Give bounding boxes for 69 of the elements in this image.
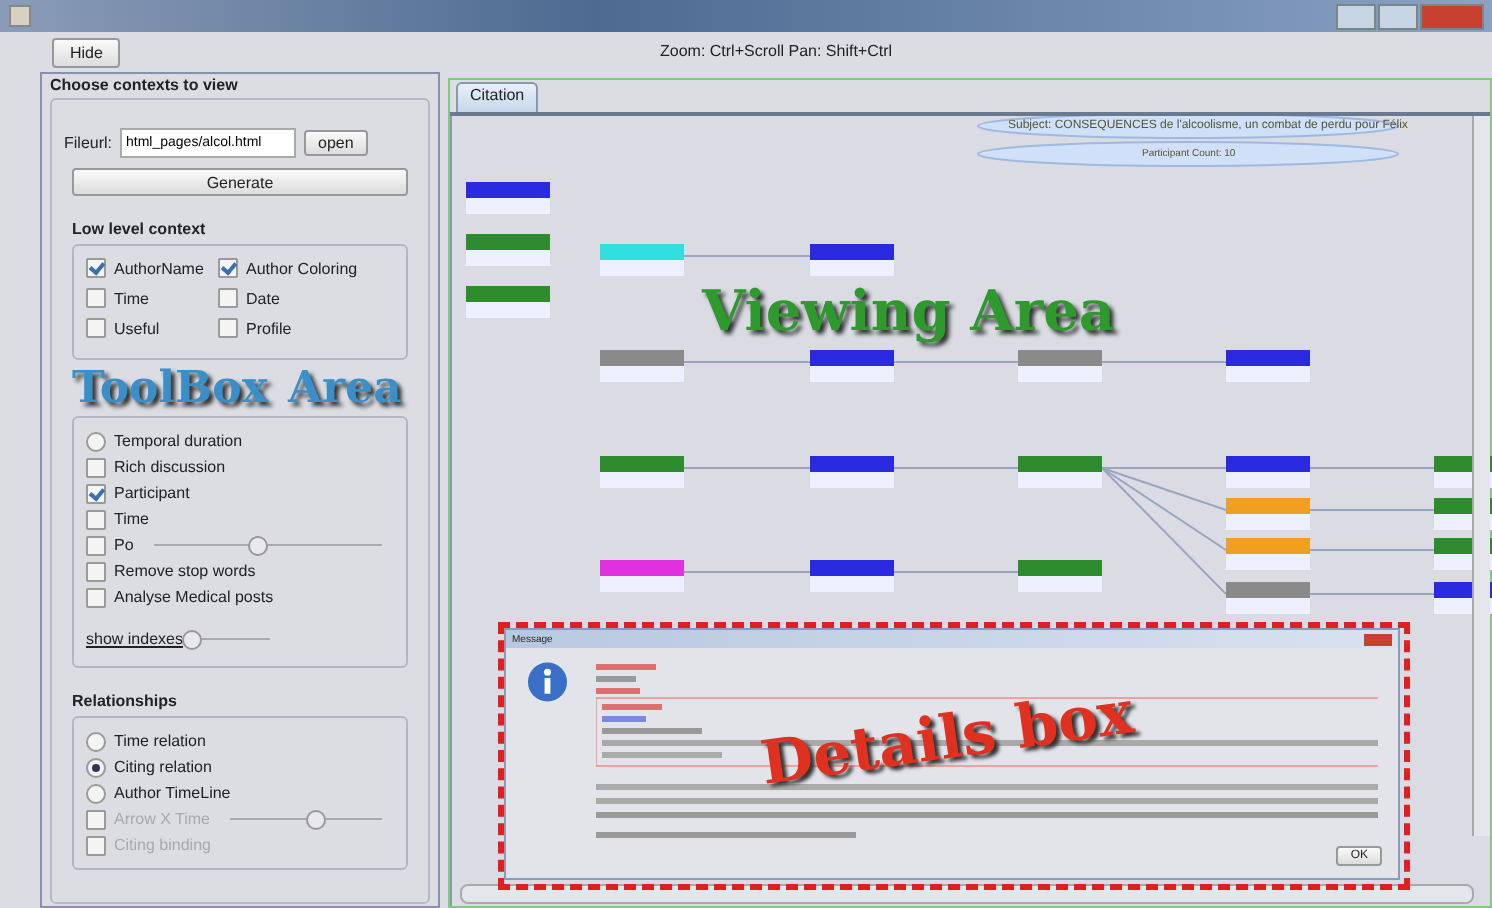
zoom-pan-hint: Zoom: Ctrl+Scroll Pan: Shift+Ctrl xyxy=(660,42,893,60)
graph-node[interactable] xyxy=(1018,350,1102,382)
graph-node[interactable] xyxy=(600,244,684,276)
annotation-label: ToolBox xyxy=(72,366,268,410)
checkbox-option[interactable]: Time xyxy=(86,509,149,529)
info-icon xyxy=(526,660,569,704)
hide-button[interactable]: Hide xyxy=(52,37,121,67)
radio-option[interactable]: Citing relation xyxy=(86,757,212,777)
checkbox-option[interactable]: Useful xyxy=(86,318,218,338)
slider-thumb[interactable] xyxy=(182,630,203,650)
panel-title: Choose contexts to view xyxy=(50,76,240,98)
citation-tab[interactable]: Citation xyxy=(456,82,539,112)
graph-node[interactable] xyxy=(810,350,894,382)
group-title: Low level context xyxy=(72,220,208,238)
graph-node[interactable] xyxy=(1226,498,1310,530)
annotation-label: Details box xyxy=(757,684,1138,796)
annotation-label: Area xyxy=(287,366,402,410)
checkbox-option[interactable]: Remove stop words xyxy=(86,561,256,581)
graph-node[interactable] xyxy=(466,182,550,214)
checkbox-option[interactable]: Analyse Medical posts xyxy=(86,587,274,607)
checkbox-option[interactable]: Profile xyxy=(218,318,378,338)
graph-node[interactable] xyxy=(466,286,550,318)
edge-line xyxy=(1101,361,1227,363)
edge-line xyxy=(1309,467,1435,469)
graph-node[interactable] xyxy=(810,560,894,592)
graph-node[interactable] xyxy=(1226,350,1310,382)
graph-node[interactable] xyxy=(810,456,894,488)
graph-node[interactable] xyxy=(810,244,894,276)
edge-line xyxy=(683,361,811,363)
checkbox-option[interactable]: Po xyxy=(86,535,134,555)
checkbox-option[interactable]: Date xyxy=(218,288,378,308)
edge-line xyxy=(1309,509,1435,511)
radio-option[interactable]: Author TimeLine xyxy=(86,783,231,803)
edge-line xyxy=(893,361,1019,363)
annotation-label: Viewing Area xyxy=(702,284,1116,340)
checkbox-option[interactable]: Participant xyxy=(86,483,190,503)
open-button[interactable]: open xyxy=(304,129,368,155)
checkbox-option[interactable]: Rich discussion xyxy=(86,457,226,477)
graph-node[interactable] xyxy=(600,456,684,488)
maximize-button[interactable] xyxy=(1378,3,1418,29)
checkbox-option[interactable]: AuthorName xyxy=(86,258,218,278)
edge-line xyxy=(1309,549,1435,551)
checkbox-option[interactable]: Author Coloring xyxy=(218,258,378,278)
show-indexes-label: show indexes xyxy=(86,630,183,648)
edge-line xyxy=(683,571,811,573)
radio-option[interactable]: Time relation xyxy=(86,731,206,751)
edge-line xyxy=(683,467,811,469)
slider-thumb[interactable] xyxy=(248,536,269,556)
group-title: Relationships xyxy=(72,692,179,710)
minimize-button[interactable] xyxy=(1336,3,1376,29)
radio-option[interactable]: Temporal duration xyxy=(86,431,243,451)
graph-node[interactable] xyxy=(600,350,684,382)
checkbox-option[interactable]: Time xyxy=(86,288,218,308)
graph-node[interactable] xyxy=(600,560,684,592)
app-icon xyxy=(8,4,32,28)
fileurl-label: Fileurl: xyxy=(64,133,113,151)
edge-line xyxy=(683,255,811,257)
graph-node[interactable] xyxy=(1226,456,1310,488)
generate-button[interactable]: Generate xyxy=(72,168,408,196)
close-button[interactable] xyxy=(1364,633,1392,645)
graph-node[interactable] xyxy=(1018,456,1102,488)
graph-node[interactable] xyxy=(1226,582,1310,614)
vertical-scrollbar[interactable] xyxy=(1472,116,1490,836)
edge-line xyxy=(893,571,1019,573)
edge-line xyxy=(893,467,1019,469)
graph-node[interactable] xyxy=(466,234,550,266)
graph-node[interactable] xyxy=(1018,560,1102,592)
graph-node[interactable] xyxy=(1226,538,1310,570)
edge-line xyxy=(1309,593,1435,595)
